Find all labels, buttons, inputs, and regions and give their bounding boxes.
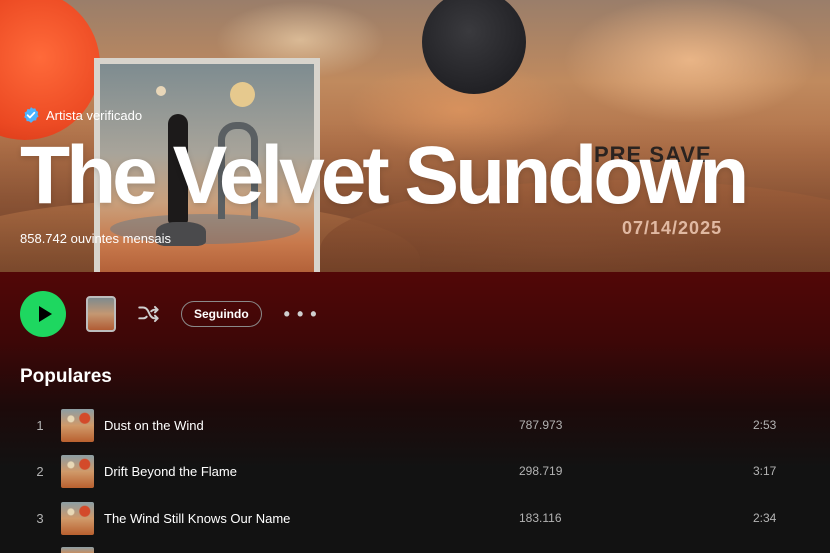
following-button[interactable]: Seguindo	[181, 301, 262, 327]
track-rank: 3	[36, 510, 44, 526]
artist-name: The Velvet Sundown	[20, 130, 749, 221]
artist-action-bar: Seguindo • • •	[20, 291, 318, 337]
play-icon	[38, 306, 52, 322]
track-plays: 787.973	[519, 418, 563, 432]
track-cover	[61, 454, 94, 488]
track-title[interactable]: Drift Beyond the Flame	[104, 464, 384, 479]
track-duration: 2:53	[753, 418, 777, 432]
track-row[interactable]: 1 Dust on the Wind 787.973 2:53	[20, 403, 810, 447]
verified-artist-badge: Artista verificado	[22, 106, 142, 124]
verified-badge-icon	[22, 106, 40, 124]
monthly-listeners: 858.742 ouvintes mensais	[20, 231, 172, 246]
track-duration: 3:17	[753, 464, 777, 478]
popular-section-title: Populares	[20, 366, 112, 387]
artist-hero-banner: PRE SAVE 07/14/2025 Artista verificado T…	[0, 0, 830, 272]
track-cover	[61, 501, 94, 535]
track-cover	[61, 547, 94, 553]
track-cover	[61, 408, 94, 442]
shuffle-icon[interactable]	[136, 301, 162, 327]
play-button[interactable]	[20, 291, 66, 337]
more-options-icon[interactable]: • • •	[284, 304, 318, 325]
track-row[interactable]: 2 Drift Beyond the Flame 298.719 3:17	[20, 449, 810, 493]
artist-thumbnail-button[interactable]	[86, 296, 116, 332]
track-plays: 183.116	[519, 511, 562, 525]
track-title[interactable]: The Wind Still Knows Our Name	[104, 511, 384, 526]
track-duration: 2:34	[753, 511, 777, 525]
track-title[interactable]: Dust on the Wind	[104, 418, 384, 433]
track-row[interactable]: 3 The Wind Still Knows Our Name 183.116 …	[20, 496, 810, 540]
track-rank: 1	[36, 417, 44, 433]
track-rank: 2	[36, 463, 44, 479]
verified-label: Artista verificado	[46, 107, 143, 123]
track-plays: 298.719	[519, 464, 563, 478]
